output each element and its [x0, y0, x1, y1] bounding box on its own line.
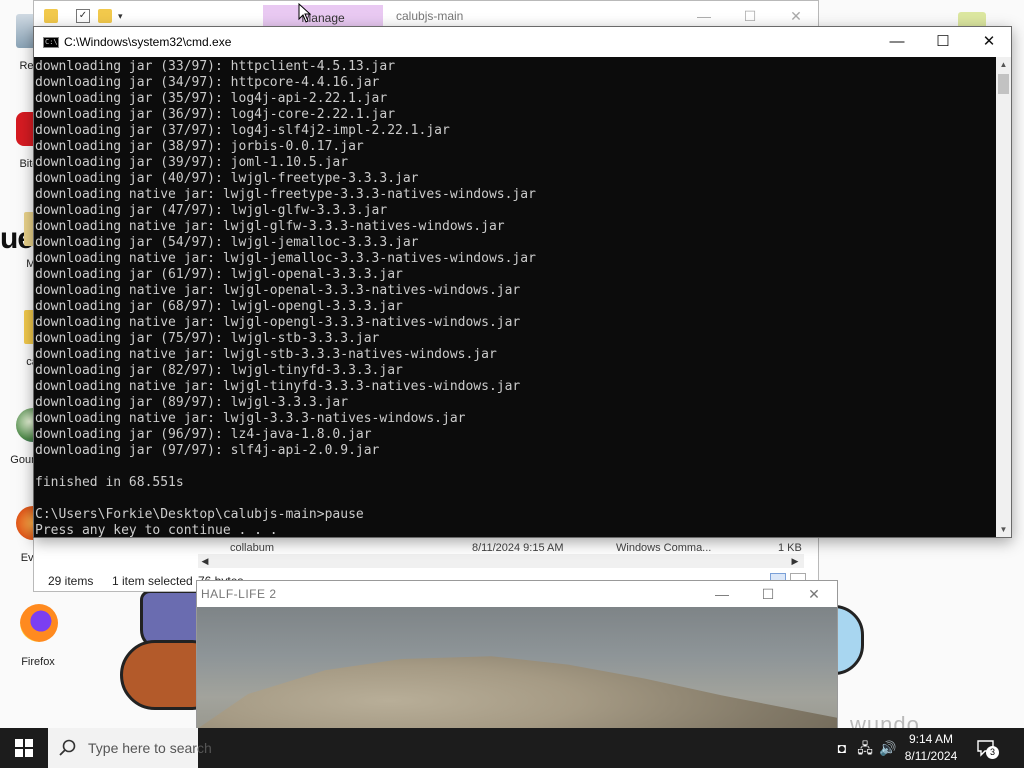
console-line: downloading native jar: lwjgl-stb-3.3.3-… [35, 347, 497, 362]
console-line: downloading jar (39/97): joml-1.10.5.jar [35, 155, 349, 170]
desktop-icon-label: Firefox [21, 656, 55, 668]
network-icon[interactable]: 🖧 [855, 738, 875, 758]
cmd-window-title: C:\Windows\system32\cmd.exe [64, 35, 232, 49]
item-count: 29 items [48, 574, 94, 588]
horizontal-scrollbar[interactable]: ◀ ▶ [198, 554, 804, 568]
taskbar: Type here to search ◘ 🖧 🔊 9:14 AM 8/11/2… [0, 728, 1024, 768]
clock-date: 8/11/2024 [904, 749, 958, 763]
selected-count: 1 item selected [112, 574, 193, 588]
file-type: Windows Comma... [616, 542, 712, 554]
mouse-cursor-icon [298, 3, 312, 23]
minimize-button[interactable]: — [684, 5, 724, 27]
console-line: downloading jar (96/97): lz4-java-1.8.0.… [35, 427, 372, 442]
console-line: downloading jar (47/97): lwjgl-glfw-3.3.… [35, 203, 388, 218]
scroll-down-arrow-icon[interactable]: ▼ [996, 522, 1011, 537]
cmd-window[interactable]: C:\ C:\Windows\system32\cmd.exe — ☐ ✕ do… [33, 26, 1012, 538]
close-button[interactable]: ✕ [791, 581, 837, 607]
folder-icon [44, 9, 58, 23]
search-placeholder: Type here to search [88, 740, 212, 756]
minimize-button[interactable]: — [874, 27, 920, 57]
console-line: downloading jar (34/97): httpcore-4.4.16… [35, 75, 380, 90]
console-line: downloading jar (61/97): lwjgl-openal-3.… [35, 267, 403, 282]
notification-badge: 3 [986, 746, 999, 759]
console-line: downloading native jar: lwjgl-3.3.3-nati… [35, 411, 466, 426]
scroll-left-arrow-icon[interactable]: ◀ [198, 554, 212, 568]
firefox-icon [20, 604, 58, 642]
scroll-up-arrow-icon[interactable]: ▲ [996, 57, 1011, 72]
console-line: downloading jar (38/97): jorbis-0.0.17.j… [35, 139, 364, 154]
scrollbar-thumb[interactable] [998, 74, 1009, 94]
console-line: downloading jar (37/97): log4j-slf4j2-im… [35, 123, 450, 138]
console-line: downloading jar (82/97): lwjgl-tinyfd-3.… [35, 363, 403, 378]
console-line: downloading native jar: lwjgl-opengl-3.3… [35, 315, 521, 330]
watermark: wundo [850, 712, 920, 728]
explorer-window-title: calubjs-main [396, 9, 464, 23]
close-button[interactable]: ✕ [966, 27, 1012, 57]
customize-quick-access-chevron-icon[interactable]: ▾ [118, 9, 132, 23]
volume-icon[interactable]: 🔊 [878, 738, 898, 758]
search-icon [59, 739, 76, 756]
file-size: 1 KB [778, 542, 802, 554]
hl2-titlebar[interactable]: HALF-LIFE 2 — ☐ ✕ [197, 581, 837, 607]
console-line: C:\Users\Forkie\Desktop\calubjs-main>pau… [35, 507, 364, 522]
console-line: downloading jar (75/97): lwjgl-stb-3.3.3… [35, 331, 380, 346]
vertical-scrollbar[interactable]: ▲ ▼ [996, 57, 1011, 537]
console-line: downloading jar (89/97): lwjgl-3.3.3.jar [35, 395, 349, 410]
minimize-button[interactable]: — [699, 581, 745, 607]
file-list-row[interactable]: collabum 8/11/2024 9:15 AM Windows Comma… [212, 542, 812, 554]
console-line: downloading native jar: lwjgl-tinyfd-3.3… [35, 379, 521, 394]
scroll-right-arrow-icon[interactable]: ▶ [788, 554, 802, 568]
console-line: downloading native jar: lwjgl-freetype-3… [35, 187, 536, 202]
maximize-button[interactable]: ☐ [730, 5, 770, 27]
hl2-window-title: HALF-LIFE 2 [201, 587, 277, 601]
console-line: downloading jar (35/97): log4j-api-2.22.… [35, 91, 388, 106]
console-line: finished in 68.551s [35, 475, 184, 490]
maximize-button[interactable]: ☐ [920, 27, 966, 57]
file-name: collabum [230, 542, 275, 554]
console-line: downloading jar (97/97): slf4j-api-2.0.9… [35, 443, 380, 458]
console-line: Press any key to continue . . . [35, 523, 278, 537]
clock-time: 9:14 AM [908, 732, 954, 746]
clock[interactable]: 9:14 AM 8/11/2024 [896, 731, 966, 765]
console-line: downloading jar (54/97): lwjgl-jemalloc-… [35, 235, 419, 250]
console-line: downloading jar (36/97): log4j-core-2.22… [35, 107, 396, 122]
cmd-app-icon: C:\ [43, 37, 59, 48]
console-line: downloading jar (40/97): lwjgl-freetype-… [35, 171, 419, 186]
console-line: downloading jar (33/97): httpclient-4.5.… [35, 59, 396, 74]
maximize-button[interactable]: ☐ [745, 581, 791, 607]
console-line: downloading native jar: lwjgl-openal-3.3… [35, 283, 521, 298]
cmd-titlebar[interactable]: C:\ C:\Windows\system32\cmd.exe — ☐ ✕ [34, 27, 1011, 57]
new-folder-quick-access-icon[interactable] [98, 9, 112, 23]
console-line: downloading native jar: lwjgl-jemalloc-3… [35, 251, 536, 266]
close-button[interactable]: ✕ [776, 5, 816, 27]
windows-logo-icon [15, 739, 33, 757]
properties-quick-access-icon[interactable]: ✓ [76, 9, 90, 23]
notification-center-button[interactable]: 3 [976, 738, 999, 759]
console-output[interactable]: downloading jar (33/97): httpclient-4.5.… [34, 57, 996, 537]
file-date: 8/11/2024 9:15 AM [472, 542, 564, 554]
firefox-desktop-icon[interactable]: Firefox [8, 604, 68, 674]
start-button[interactable] [0, 728, 48, 768]
tray-app-icon[interactable]: ◘ [832, 738, 852, 758]
console-line: downloading jar (68/97): lwjgl-opengl-3.… [35, 299, 403, 314]
console-line: downloading native jar: lwjgl-glfw-3.3.3… [35, 219, 505, 234]
taskbar-search-box[interactable]: Type here to search [48, 728, 212, 768]
